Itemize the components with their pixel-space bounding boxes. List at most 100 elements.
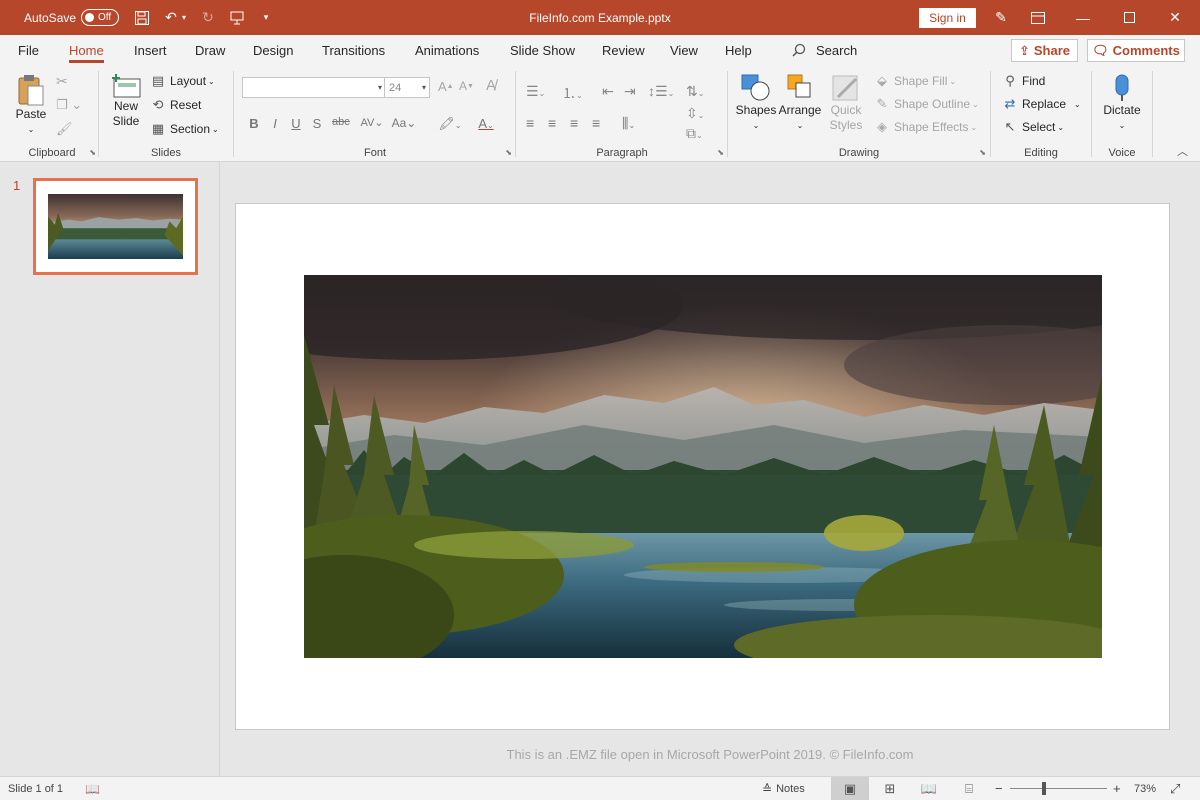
fit-to-window-icon[interactable]: ⤢ <box>1170 777 1180 800</box>
copy-icon[interactable]: ❐ ⌄ <box>56 97 82 113</box>
font-color-icon[interactable]: A⌄ <box>472 116 500 131</box>
customize-toolbar-icon[interactable]: ▾ <box>255 0 277 35</box>
zoom-level[interactable]: 73% <box>1134 777 1156 800</box>
character-spacing-icon[interactable]: AV⌄ <box>360 116 384 129</box>
font-launcher-icon[interactable]: ⬊ <box>505 148 512 157</box>
justify-icon[interactable]: ≡ <box>592 115 600 131</box>
shapes-dropdown-icon: ⌄ <box>752 121 760 130</box>
notes-button[interactable]: ≙ Notes <box>762 777 805 800</box>
text-shadow-icon[interactable]: S <box>309 116 325 131</box>
autosave-state: Off <box>98 12 112 23</box>
find-button[interactable]: ⚲ Find <box>1002 73 1045 89</box>
sign-in-button[interactable]: Sign in <box>919 8 976 28</box>
present-icon[interactable] <box>226 0 248 35</box>
dictate-button[interactable]: Dictate ⌄ <box>1097 73 1147 133</box>
minimize-icon[interactable]: — <box>1060 0 1106 35</box>
numbering-icon[interactable]: ⒈⌄ <box>562 83 583 103</box>
tab-file[interactable]: File <box>18 35 39 65</box>
shape-outline-button[interactable]: ✎ Shape Outline ⌄ <box>874 96 979 112</box>
smartart-icon[interactable]: ⧉⌄ <box>686 125 703 142</box>
slide-thumbnail[interactable] <box>33 178 198 275</box>
reading-view-icon[interactable]: 📖 <box>910 777 948 800</box>
undo-dropdown-icon[interactable]: ▾ <box>178 0 190 35</box>
arrange-button[interactable]: Arrange ⌄ <box>778 73 822 133</box>
slide-sorter-icon[interactable]: ⊞ <box>871 777 909 800</box>
collapse-ribbon-icon[interactable]: ︿ <box>1177 143 1188 159</box>
spelling-icon[interactable]: 📖 <box>85 777 100 800</box>
select-button[interactable]: ↖ Select ⌄ <box>1002 119 1065 135</box>
clipboard-launcher-icon[interactable]: ⬊ <box>89 148 96 157</box>
search-box[interactable]: Search <box>792 35 857 65</box>
find-label: Find <box>1022 74 1046 88</box>
underline-icon[interactable]: U <box>288 116 304 131</box>
zoom-in-button[interactable]: + <box>1113 777 1121 800</box>
zoom-slider-track[interactable] <box>1010 788 1107 789</box>
align-left-icon[interactable]: ≡ <box>526 115 534 131</box>
shape-fill-button[interactable]: ⬙ Shape Fill ⌄ <box>874 73 956 89</box>
decrease-indent-icon[interactable]: ⇤ <box>602 83 614 100</box>
section-button[interactable]: ▦ Section ⌄ <box>150 121 219 137</box>
paste-button[interactable]: Paste ⌄ <box>10 73 52 137</box>
tab-review[interactable]: Review <box>602 35 645 65</box>
drawing-launcher-icon[interactable]: ⬊ <box>979 148 986 157</box>
bullets-icon[interactable]: ☰⌄ <box>526 83 545 100</box>
clear-formatting-icon[interactable]: A̸ <box>486 77 496 94</box>
highlight-icon[interactable]: 🖍⌄ <box>436 116 464 132</box>
redo-icon[interactable]: ↻ <box>197 0 219 35</box>
landscape-image[interactable] <box>304 275 1102 658</box>
tab-insert[interactable]: Insert <box>134 35 167 65</box>
paragraph-launcher-icon[interactable]: ⬊ <box>717 148 724 157</box>
pen-icon[interactable]: ✎ <box>990 0 1012 35</box>
decrease-font-icon[interactable]: A ▼ <box>459 79 474 93</box>
tab-help[interactable]: Help <box>725 35 752 65</box>
tab-design[interactable]: Design <box>253 35 293 65</box>
font-name-select[interactable]: ▾ <box>242 77 386 98</box>
cut-icon[interactable]: ✂ <box>56 73 68 90</box>
italic-icon[interactable]: I <box>267 116 283 131</box>
tab-animations[interactable]: Animations <box>415 35 479 65</box>
tab-slide-show[interactable]: Slide Show <box>510 35 575 65</box>
share-button[interactable]: ⇪ Share <box>1011 39 1078 62</box>
new-slide-label-2: Slide <box>112 114 140 128</box>
replace-dropdown-icon: ⌄ <box>1074 99 1081 109</box>
zoom-slider-handle[interactable] <box>1042 782 1046 795</box>
columns-icon[interactable]: ⫼⌄ <box>622 115 635 132</box>
new-slide-icon <box>112 74 141 98</box>
close-icon[interactable]: ✕ <box>1152 0 1198 35</box>
change-case-icon[interactable]: Aa⌄ <box>391 116 417 130</box>
save-icon[interactable] <box>131 0 153 35</box>
voice-group: Dictate ⌄ Voice <box>1093 69 1151 161</box>
strikethrough-icon[interactable]: abc <box>332 116 350 128</box>
tab-draw[interactable]: Draw <box>195 35 225 65</box>
increase-indent-icon[interactable]: ⇥ <box>624 83 636 100</box>
tab-transitions[interactable]: Transitions <box>322 35 385 65</box>
shapes-label: Shapes <box>735 103 777 117</box>
ribbon-display-icon[interactable] <box>1027 0 1049 35</box>
normal-view-icon[interactable]: ▣ <box>831 777 869 800</box>
reset-button[interactable]: ⟲ Reset <box>150 97 202 113</box>
tab-home[interactable]: Home <box>69 35 104 65</box>
comments-button[interactable]: 🗨 Comments <box>1087 39 1185 62</box>
text-direction-icon[interactable]: ⇅⌄ <box>686 83 704 100</box>
layout-button[interactable]: ▤ Layout ⌄ <box>150 73 215 89</box>
line-spacing-icon[interactable]: ↕☰⌄ <box>648 83 674 100</box>
bold-icon[interactable]: B <box>246 116 262 131</box>
align-text-icon[interactable]: ⇳⌄ <box>686 105 704 122</box>
maximize-icon[interactable] <box>1106 0 1152 35</box>
replace-button[interactable]: ⇄ Replace ⌄ <box>1002 96 1081 112</box>
shape-effects-button[interactable]: ◈ Shape Effects ⌄ <box>874 119 977 135</box>
zoom-out-button[interactable]: − <box>995 777 1003 800</box>
align-right-icon[interactable]: ≡ <box>570 115 578 131</box>
quick-styles-button[interactable]: Quick Styles <box>824 73 868 133</box>
slide-show-icon[interactable]: ⌸ <box>950 777 988 800</box>
increase-font-icon[interactable]: A ▲ <box>438 79 454 94</box>
format-painter-icon[interactable]: 🖌 <box>56 121 73 137</box>
shapes-button[interactable]: Shapes ⌄ <box>734 73 778 133</box>
font-size-select[interactable]: 24 ▾ <box>384 77 430 98</box>
align-center-icon[interactable]: ≡ <box>548 115 556 131</box>
new-slide-button[interactable]: New Slide <box>104 73 148 129</box>
autosave-toggle[interactable]: Off <box>81 9 119 26</box>
tab-view[interactable]: View <box>670 35 698 65</box>
quick-styles-icon <box>832 75 858 101</box>
slide-thumbnails-pane[interactable]: 1 <box>0 162 220 776</box>
